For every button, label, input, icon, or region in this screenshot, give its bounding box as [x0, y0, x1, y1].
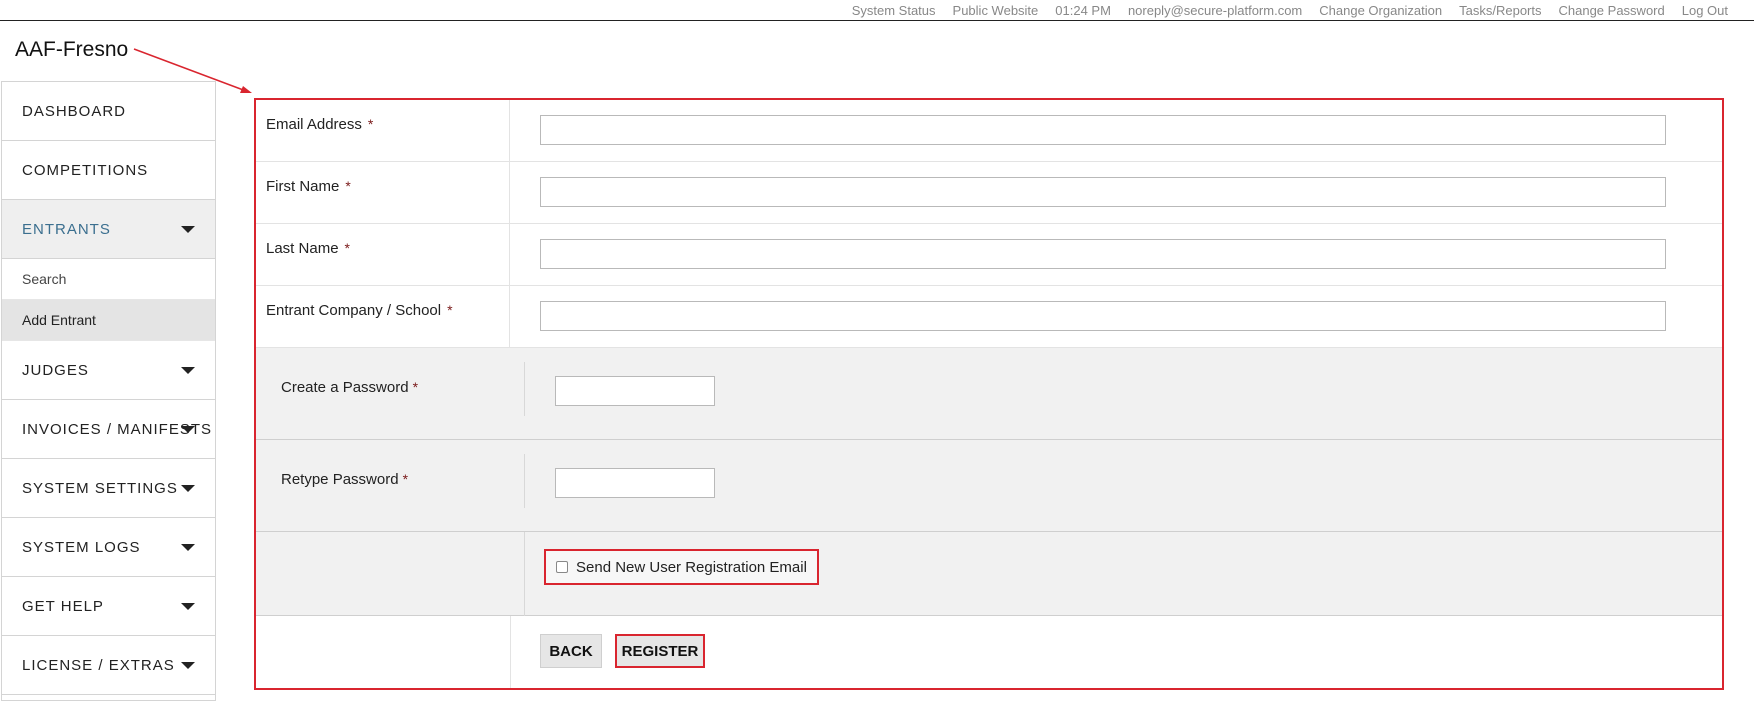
company-row: Entrant Company / School * — [256, 286, 1722, 348]
create-password-row: Create a Password * — [256, 348, 1722, 440]
retype-password-label: Retype Password — [281, 471, 399, 488]
required-marker: * — [447, 302, 453, 318]
create-password-label-wrap: Create a Password * — [281, 379, 418, 396]
first-name-field[interactable] — [540, 177, 1666, 207]
send-email-checkbox[interactable] — [556, 561, 568, 573]
caret-down-icon — [181, 661, 195, 669]
sidebar-item-label: COMPETITIONS — [22, 161, 149, 179]
email-row: Email Address * — [256, 100, 1722, 162]
required-marker: * — [402, 471, 409, 487]
arrow-head-icon — [240, 86, 252, 93]
first-name-label-cell: First Name * — [256, 162, 510, 223]
caret-down-icon — [181, 543, 195, 551]
company-field[interactable] — [540, 301, 1666, 331]
last-name-row: Last Name * — [256, 224, 1722, 286]
sidebar-subitem-search[interactable]: Search — [2, 259, 215, 300]
divider — [524, 532, 525, 616]
email-input-cell — [510, 100, 1722, 161]
send-email-label: Send New User Registration Email — [576, 558, 807, 576]
sidebar-item-system-logs[interactable]: SYSTEM LOGS — [2, 518, 215, 577]
sidebar-nav: DASHBOARD COMPETITIONS ENTRANTS Search A… — [1, 81, 216, 701]
divider — [524, 362, 525, 416]
email-label-cell: Email Address * — [256, 100, 510, 161]
sidebar-item-competitions[interactable]: COMPETITIONS — [2, 141, 215, 200]
register-button[interactable]: REGISTER — [615, 634, 705, 668]
sidebar-item-invoices[interactable]: INVOICES / MANIFESTS — [2, 400, 215, 459]
required-marker: * — [367, 116, 374, 132]
email-label: Email Address — [266, 116, 362, 133]
account-email-link[interactable]: noreply@secure-platform.com — [1128, 3, 1302, 18]
sidebar-item-label: DASHBOARD — [22, 102, 127, 120]
required-marker: * — [344, 240, 350, 256]
system-status-link[interactable]: System Status — [852, 3, 936, 18]
send-email-option[interactable]: Send New User Registration Email — [544, 549, 819, 585]
last-name-label: Last Name — [266, 240, 339, 257]
sidebar-item-dashboard[interactable]: DASHBOARD — [2, 82, 215, 141]
last-name-field[interactable] — [540, 239, 1666, 269]
sidebar-item-entrants[interactable]: ENTRANTS — [2, 200, 215, 259]
last-name-label-cell: Last Name * — [256, 224, 510, 285]
sidebar-item-label: LICENSE / EXTRAS — [22, 656, 175, 674]
caret-down-icon — [181, 602, 195, 610]
sidebar-item-label: SYSTEM SETTINGS — [22, 479, 178, 497]
retype-password-field[interactable] — [555, 468, 715, 498]
divider — [510, 616, 511, 688]
sidebar-subitem-add-entrant[interactable]: Add Entrant — [2, 300, 215, 341]
send-email-row: Send New User Registration Email — [256, 532, 1722, 616]
back-button[interactable]: BACK — [540, 634, 602, 668]
change-organization-link[interactable]: Change Organization — [1319, 3, 1442, 18]
create-password-label: Create a Password — [281, 379, 409, 396]
caret-down-icon — [181, 484, 195, 492]
sidebar-item-system-settings[interactable]: SYSTEM SETTINGS — [2, 459, 215, 518]
company-input-cell — [510, 286, 1722, 347]
create-password-field[interactable] — [555, 376, 715, 406]
sidebar-item-judges[interactable]: JUDGES — [2, 341, 215, 400]
public-website-link[interactable]: Public Website — [953, 3, 1039, 18]
required-marker: * — [345, 178, 351, 194]
first-name-input-cell — [510, 162, 1722, 223]
caret-down-icon — [181, 426, 195, 433]
tasks-reports-link[interactable]: Tasks/Reports — [1459, 3, 1541, 18]
sidebar-item-license-extras[interactable]: LICENSE / EXTRAS — [2, 636, 215, 695]
email-field[interactable] — [540, 115, 1666, 145]
sidebar-item-label: JUDGES — [22, 361, 89, 379]
required-marker: * — [412, 379, 419, 395]
company-label-cell: Entrant Company / School * — [256, 286, 510, 347]
sidebar-item-label: ENTRANTS — [22, 220, 111, 238]
divider — [524, 454, 525, 508]
log-out-link[interactable]: Log Out — [1682, 3, 1728, 18]
sidebar-item-get-help[interactable]: GET HELP — [2, 577, 215, 636]
change-password-link[interactable]: Change Password — [1559, 3, 1665, 18]
first-name-label: First Name — [266, 178, 340, 195]
retype-password-row: Retype Password * — [256, 440, 1722, 532]
caret-down-icon — [181, 225, 195, 233]
last-name-input-cell — [510, 224, 1722, 285]
retype-password-label-wrap: Retype Password * — [281, 471, 408, 488]
company-label: Entrant Company / School — [266, 302, 442, 319]
add-entrant-form: Email Address * First Name * Last Name * En… — [254, 98, 1724, 690]
form-actions: BACK REGISTER — [256, 616, 1722, 688]
current-time: 01:24 PM — [1055, 2, 1111, 18]
caret-down-icon — [181, 366, 195, 374]
sidebar-item-label: GET HELP — [22, 597, 104, 615]
first-name-row: First Name * — [256, 162, 1722, 224]
top-bar: System Status Public Website 01:24 PM no… — [0, 0, 1754, 21]
sidebar-item-label: SYSTEM LOGS — [22, 538, 141, 556]
organization-title: AAF-Fresno — [15, 38, 129, 61]
